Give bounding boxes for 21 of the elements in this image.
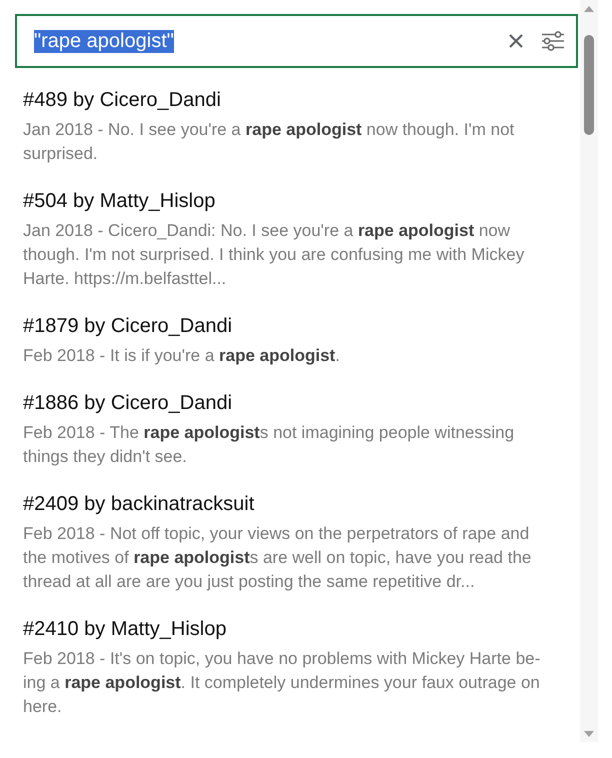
caret-up-icon (584, 6, 594, 12)
caret-down-icon (584, 730, 594, 736)
sliders-icon (542, 31, 564, 51)
result-title[interactable]: #504 by Matty_Hislop (23, 189, 216, 213)
search-query: "rape apologist" (34, 30, 174, 52)
search-field[interactable]: "rape apologist" (15, 14, 578, 68)
result-title[interactable]: #1879 by Cicero_Dandi (23, 314, 232, 338)
result-snippet: Feb 2018 - It is if you're a rape apologist. (23, 345, 341, 367)
result-title[interactable]: #2410 by Matty_Hislop (23, 617, 226, 641)
scrollbar-thumb[interactable] (584, 35, 594, 135)
close-icon (509, 34, 523, 48)
result-title[interactable]: #1886 by Cicero_Dandi (23, 391, 232, 415)
filter-button[interactable] (542, 31, 564, 51)
result-snippet: Feb 2018 - It's on topic, you have no problems with Mickey Harte be-ing a rape apologist. It completely undermines your faux outrage on here. (23, 648, 542, 718)
clear-button[interactable] (509, 34, 523, 48)
result-title[interactable]: #489 by Cicero_Dandi (23, 88, 221, 112)
result-snippet: Feb 2018 - Not off topic, your views on the perpetrators of rape and the motives of rape apologists are well on topic, have you read the thread at all are are you just posting the same repetitive dr... (23, 523, 532, 593)
result-snippet: Feb 2018 - The rape apologists not imagining people witnessing things they didn't see. (23, 422, 516, 468)
result-title[interactable]: #2409 by backinatracksuit (23, 492, 254, 516)
result-snippet: Jan 2018 - No. I see you're a rape apologist now though. I'm not surprised. (23, 119, 516, 165)
result-snippet: Jan 2018 - Cicero_Dandi: No. I see you're a rape apologist now though. I'm not surprised. I think you are confusing me with Mickey Harte. https://m.belfasttel... (23, 220, 526, 290)
